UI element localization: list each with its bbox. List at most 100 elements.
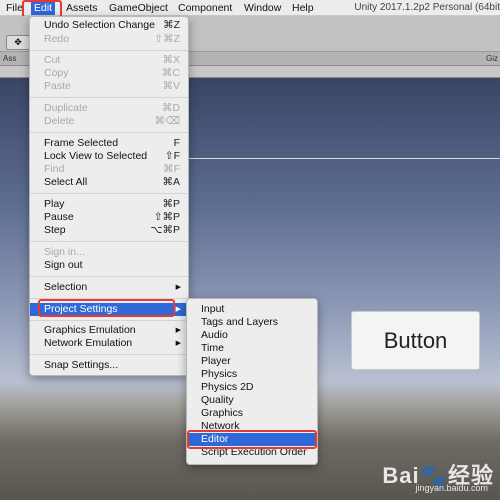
menu-item-sign-out[interactable]: Sign out [30,259,188,272]
submenu-arrow-icon: ▶ [175,327,181,334]
submenu-arrow-icon: ▶ [175,284,181,291]
menu-item-select-all[interactable]: Select All ⌘A [30,176,188,189]
submenu-item-label: Graphics [201,407,244,419]
submenu-arrow-icon: ▶ [175,340,181,347]
scene-ui-button[interactable]: Button [351,311,480,370]
edit-menu: Undo Selection Change ⌘Z Redo ⇧⌘Z Cut ⌘X Co… [29,16,189,376]
menu-item-label: Duplicate [44,102,88,114]
menu-file[interactable]: File [3,1,26,15]
shortcut: ⌘⌫ [154,115,180,127]
menu-window[interactable]: Window [241,1,284,15]
menu-item-label: Pause [44,211,74,223]
submenu-item-audio[interactable]: Audio [187,329,317,342]
submenu-arrow-icon: ▶ [175,306,181,313]
menu-help[interactable]: Help [289,1,317,15]
menu-item-label: Sign out [44,259,83,271]
menu-item-graphics-emulation[interactable]: Graphics Emulation ▶ [30,324,188,337]
menu-item-label: Graphics Emulation [44,324,136,336]
submenu-item-player[interactable]: Player [187,355,317,368]
assets-tab[interactable]: Ass [3,54,16,63]
menu-item-label: Redo [44,33,70,45]
menu-item-label: Selection [44,281,88,293]
menu-item-step[interactable]: Step ⌥⌘P [30,224,188,237]
menu-item-label: Find [44,163,65,175]
menu-item-snap-settings[interactable]: Snap Settings... [30,359,188,372]
submenu-item-network[interactable]: Network [187,420,317,433]
project-settings-submenu: Input Tags and Layers Audio Time Player … [186,298,318,465]
menu-item-duplicate: Duplicate ⌘D [30,102,188,115]
submenu-item-label: Editor [201,433,229,445]
menu-item-frame-selected[interactable]: Frame Selected F [30,137,188,150]
menu-assets[interactable]: Assets [63,1,101,15]
menu-item-pause[interactable]: Pause ⇧⌘P [30,211,188,224]
submenu-item-physics-2d[interactable]: Physics 2D [187,381,317,394]
menu-separator [30,97,188,98]
menu-item-sign-in: Sign in... [30,246,188,259]
submenu-item-quality[interactable]: Quality [187,394,317,407]
menu-gameobject[interactable]: GameObject [106,1,171,15]
shortcut: ⌥⌘P [150,224,180,236]
submenu-item-label: Network [201,420,240,432]
submenu-item-label: Physics [201,368,238,380]
shortcut: ⇧⌘Z [154,33,180,45]
submenu-item-physics[interactable]: Physics [187,368,317,381]
watermark-url: jingyan.baidu.com [415,483,488,493]
submenu-item-editor[interactable]: Editor [187,433,317,446]
menu-separator [30,50,188,51]
menu-item-lock-view[interactable]: Lock View to Selected ⇧F [30,150,188,163]
shortcut: ⌘A [162,176,180,188]
shortcut: ⇧⌘P [153,211,180,223]
submenu-item-label: Time [201,342,224,354]
menu-item-paste: Paste ⌘V [30,80,188,93]
shortcut: ⌘F [163,163,180,175]
menu-separator [30,354,188,355]
menu-item-label: Project Settings [44,303,118,315]
menu-item-label: Sign in... [44,246,85,258]
menu-item-undo[interactable]: Undo Selection Change ⌘Z [30,19,188,32]
menu-item-label: Network Emulation [44,337,133,349]
gizmos-dropdown[interactable]: Giz [486,54,498,63]
menu-separator [30,132,188,133]
menu-edit[interactable]: Edit [31,1,56,15]
shortcut: ⌘D [161,102,180,114]
submenu-item-script-execution-order[interactable]: Script Execution Order [187,446,317,459]
submenu-item-label: Quality [201,394,234,406]
menu-item-label: Select All [44,176,88,188]
menu-item-label: Undo Selection Change [44,19,155,31]
menu-item-delete: Delete ⌘⌫ [30,115,188,128]
submenu-item-label: Audio [201,329,228,341]
submenu-item-input[interactable]: Input [187,303,317,316]
shortcut: ⌘V [162,80,180,92]
menu-item-label: Cut [44,54,61,66]
canvas-outline [185,158,500,159]
menu-item-redo: Redo ⇧⌘Z [30,33,188,46]
menu-item-project-settings[interactable]: Project Settings ▶ [30,303,188,316]
submenu-item-label: Script Execution Order [201,446,307,458]
menu-separator [30,276,188,277]
menu-item-cut: Cut ⌘X [30,54,188,67]
submenu-item-time[interactable]: Time [187,342,317,355]
menu-separator [30,241,188,242]
shortcut: ⇧F [164,150,180,162]
menu-item-label: Paste [44,80,71,92]
submenu-item-label: Input [201,303,225,315]
submenu-item-tags-and-layers[interactable]: Tags and Layers [187,316,317,329]
shortcut: F [173,137,180,149]
menu-item-label: Frame Selected [44,137,119,149]
submenu-item-graphics[interactable]: Graphics [187,407,317,420]
menu-item-label: Delete [44,115,75,127]
menu-item-label: Step [44,224,66,236]
menu-bar: File Edit Assets GameObject Component Wi… [0,0,500,16]
menu-component[interactable]: Component [175,1,235,15]
submenu-item-label: Tags and Layers [201,316,279,328]
menu-separator [30,320,188,321]
shortcut: ⌘C [161,67,180,79]
menu-item-network-emulation[interactable]: Network Emulation ▶ [30,337,188,350]
menu-item-find: Find ⌘F [30,163,188,176]
menu-item-copy: Copy ⌘C [30,67,188,80]
menu-item-play[interactable]: Play ⌘P [30,198,188,211]
menu-item-selection[interactable]: Selection ▶ [30,281,188,294]
move-tool-icon[interactable]: ✥ [6,35,30,50]
menu-item-label: Play [44,198,65,210]
menu-item-label: Copy [44,67,69,79]
